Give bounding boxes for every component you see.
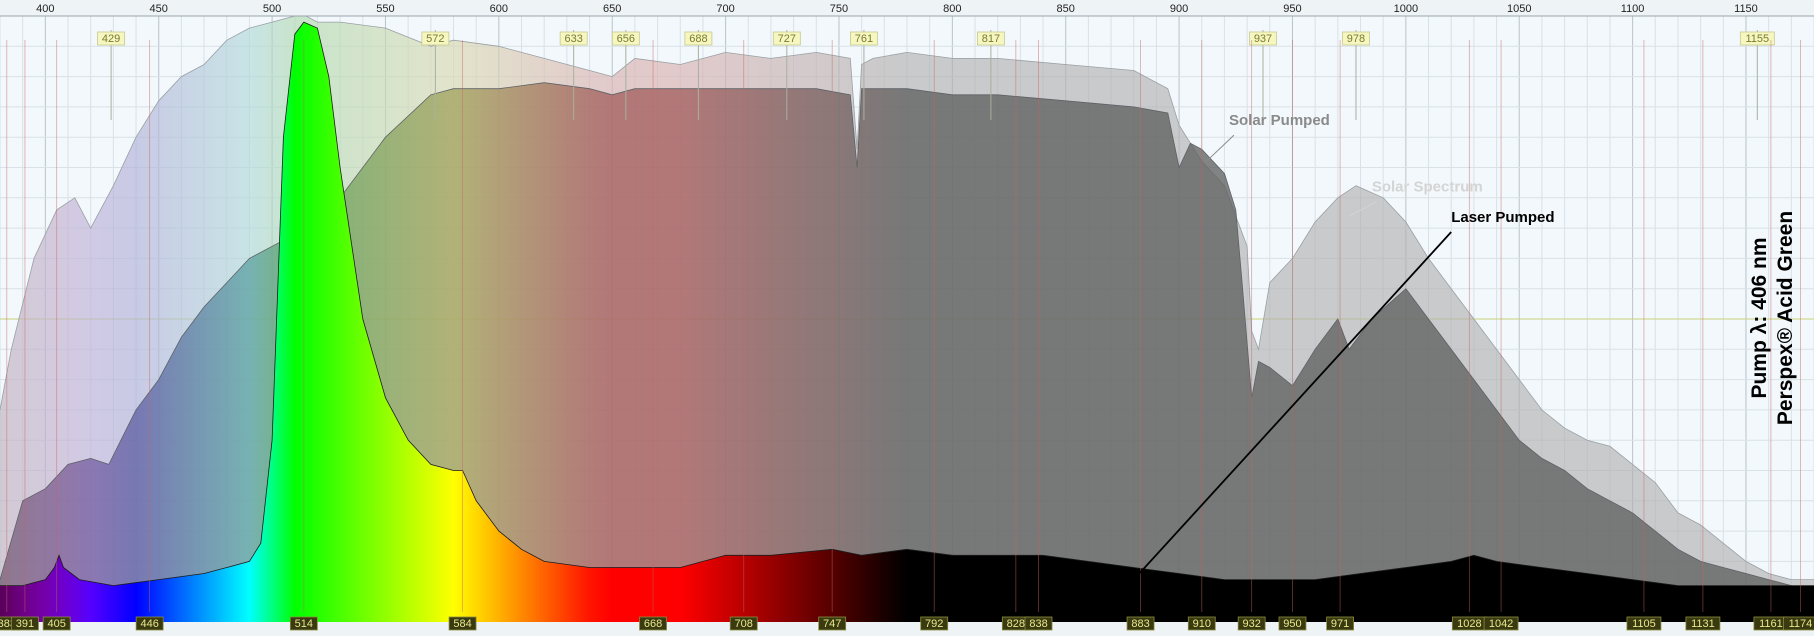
bottom-peak-badge: 883 — [1126, 616, 1155, 631]
bottom-peak-badge: 910 — [1187, 616, 1216, 631]
annotation-label: Solar Pumped — [1229, 112, 1330, 129]
title-line-2: Perspex® Acid Green — [1774, 211, 1797, 425]
bottom-peak-badge: 932 — [1237, 616, 1266, 631]
bottom-peak-badge: 971 — [1326, 616, 1354, 631]
x-tick-label: 1000 — [1394, 3, 1418, 15]
bottom-peak-badge: 391 — [11, 616, 39, 631]
top-peak-badge: 572 — [421, 31, 450, 46]
bottom-strip — [0, 622, 1814, 636]
bottom-peak-label: 838 — [1029, 618, 1047, 630]
top-peak-label: 727 — [778, 33, 796, 45]
top-peak-badge: 429 — [97, 31, 126, 46]
x-tick-label: 1100 — [1621, 3, 1645, 15]
x-tick-label: 800 — [943, 3, 961, 15]
bottom-peak-badge: 584 — [448, 616, 477, 631]
top-peak-badge: 633 — [559, 31, 588, 46]
bottom-peak-label: 1161 — [1759, 618, 1783, 630]
top-peak-label: 978 — [1347, 33, 1365, 45]
bottom-peak-label: 792 — [925, 618, 943, 630]
x-tick-label: 550 — [376, 3, 394, 15]
bottom-peak-badge: 405 — [42, 616, 71, 631]
annotation-label: Laser Pumped — [1451, 209, 1554, 226]
bottom-peak-label: 1131 — [1691, 618, 1715, 630]
bottom-peak-label: 747 — [823, 618, 841, 630]
top-peak-badge: 761 — [850, 31, 878, 46]
x-tick-label: 1050 — [1507, 3, 1531, 15]
bottom-peak-label: 1174 — [1789, 618, 1813, 630]
bottom-peak-badge: 1042 — [1483, 616, 1519, 631]
bottom-peak-badge: 1105 — [1626, 616, 1662, 631]
bottom-peak-label: 971 — [1331, 618, 1349, 630]
bottom-peak-badge: 668 — [639, 616, 667, 631]
top-peak-badge: 937 — [1249, 31, 1277, 46]
bottom-peak-badge: 446 — [135, 616, 164, 631]
bottom-peak-badge: 1161 — [1753, 616, 1789, 631]
top-peak-label: 817 — [982, 33, 1000, 45]
top-peak-label: 633 — [564, 33, 582, 45]
x-tick-label: 400 — [36, 3, 54, 15]
annotation-label: Solar Spectrum — [1372, 179, 1483, 196]
x-tick-label: 750 — [830, 3, 848, 15]
top-peak-badge: 727 — [772, 31, 801, 46]
top-peak-label: 1155 — [1745, 33, 1769, 45]
bottom-peak-badge: 708 — [729, 616, 758, 631]
top-peak-label: 688 — [689, 33, 707, 45]
bottom-peak-label: 932 — [1242, 618, 1260, 630]
x-tick-label: 700 — [716, 3, 734, 15]
bottom-peak-label: 514 — [295, 618, 313, 630]
bottom-peak-label: 584 — [453, 618, 471, 630]
bottom-peak-label: 910 — [1193, 618, 1211, 630]
bottom-peak-badge: 1028 — [1451, 616, 1487, 631]
bottom-peak-label: 828 — [1007, 618, 1025, 630]
title-line-1: Pump λ: 406 nm — [1748, 237, 1771, 398]
bottom-peak-label: 1042 — [1489, 618, 1513, 630]
bottom-peak-badge: 838 — [1024, 616, 1053, 631]
bottom-peak-label: 1028 — [1457, 618, 1481, 630]
top-peak-badge: 817 — [976, 31, 1005, 46]
top-peak-label: 761 — [855, 33, 873, 45]
bottom-peak-label: 950 — [1283, 618, 1301, 630]
x-tick-label: 650 — [603, 3, 621, 15]
bottom-peak-label: 708 — [735, 618, 753, 630]
bottom-peak-badge: 514 — [289, 616, 318, 631]
x-tick-label: 900 — [1170, 3, 1188, 15]
bottom-peak-label: 405 — [48, 618, 66, 630]
top-peak-label: 656 — [617, 33, 635, 45]
top-peak-label: 937 — [1254, 33, 1272, 45]
top-peak-badge: 656 — [611, 31, 640, 46]
bottom-peak-badge: 747 — [818, 616, 847, 631]
top-peak-label: 572 — [426, 33, 444, 45]
bottom-peak-badge: 950 — [1278, 616, 1307, 631]
bottom-peak-label: 668 — [644, 618, 662, 630]
x-tick-label: 450 — [150, 3, 168, 15]
bottom-peak-badge: 1174 — [1782, 616, 1814, 631]
bottom-peak-label: 446 — [140, 618, 158, 630]
x-tick-label: 950 — [1283, 3, 1301, 15]
spectrum-chart-svg: 400 450 500 550 600 650 700 750 800 850 900 950 1000… — [0, 0, 1814, 636]
x-tick-label: 600 — [490, 3, 508, 15]
x-tick-label: 1150 — [1734, 3, 1758, 15]
top-peak-badge: 978 — [1342, 31, 1370, 46]
bottom-peak-badge: 792 — [920, 616, 949, 631]
bottom-peak-label: 883 — [1131, 618, 1149, 630]
bottom-peak-label: 391 — [16, 618, 34, 630]
top-peak-badge: 1155 — [1739, 31, 1775, 46]
bottom-peak-label: 1105 — [1632, 618, 1656, 630]
spectrum-chart: 400 450 500 550 600 650 700 750 800 850 900 950 1000… — [0, 0, 1814, 636]
bottom-peak-badge: 1131 — [1685, 616, 1721, 631]
top-peak-label: 429 — [102, 33, 120, 45]
x-tick-label: 500 — [263, 3, 281, 15]
x-tick-label: 850 — [1057, 3, 1075, 15]
top-peak-badge: 688 — [684, 31, 713, 46]
